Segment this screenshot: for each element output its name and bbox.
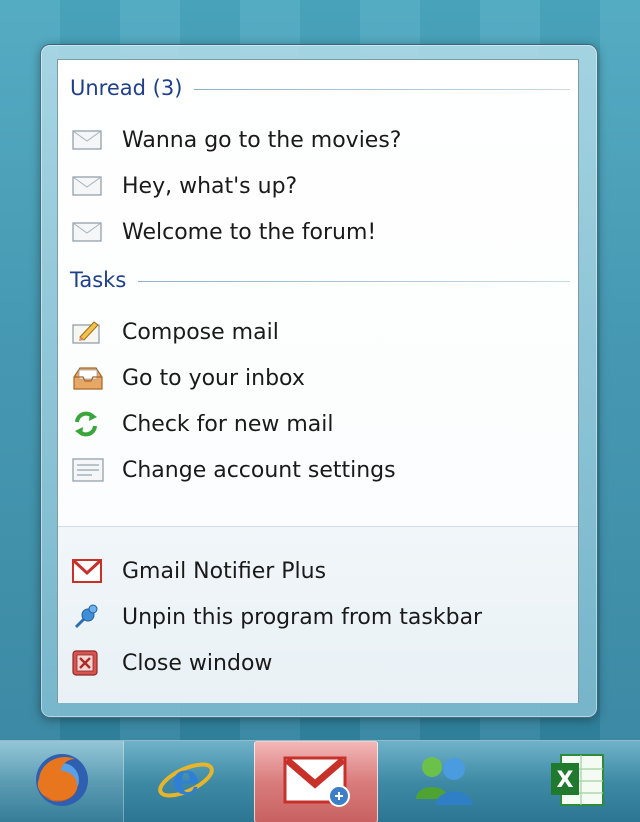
firefox-icon — [31, 749, 93, 815]
footer-unpin-from-taskbar[interactable]: Unpin this program from taskbar — [72, 597, 566, 637]
jump-list-body: Unread (3) Wanna go to the movies? Hey, … — [58, 60, 578, 526]
footer-label: Gmail Notifier Plus — [122, 558, 327, 584]
envelope-icon — [72, 127, 104, 153]
task-label: Change account settings — [122, 457, 396, 483]
taskbar-button-internet-explorer[interactable]: e — [124, 741, 248, 822]
jump-item-label: Wanna go to the movies? — [122, 127, 402, 153]
jump-item-unread-3[interactable]: Welcome to the forum! — [72, 212, 566, 252]
jump-list-footer: Gmail Notifier Plus Unpin this program f… — [58, 526, 578, 703]
svg-text:X: X — [557, 768, 574, 793]
footer-label: Unpin this program from taskbar — [122, 604, 483, 630]
footer-close-window[interactable]: Close window — [72, 643, 566, 683]
taskbar: e X — [0, 740, 640, 822]
gmail-icon — [281, 752, 351, 812]
taskbar-button-gmail-notifier[interactable] — [254, 741, 378, 822]
section-divider — [194, 88, 570, 90]
jump-list-panel: Unread (3) Wanna go to the movies? Hey, … — [57, 59, 579, 703]
section-divider — [138, 280, 570, 282]
footer-label: Close window — [122, 650, 273, 676]
messenger-icon — [408, 749, 480, 815]
jump-item-label: Welcome to the forum! — [122, 219, 377, 245]
jump-item-unread-1[interactable]: Wanna go to the movies? — [72, 120, 566, 160]
close-window-icon — [72, 650, 104, 676]
section-header-tasks: Tasks — [70, 266, 570, 294]
footer-open-gmail-notifier[interactable]: Gmail Notifier Plus — [72, 551, 566, 591]
excel-icon: X — [547, 749, 609, 815]
jump-item-label: Hey, what's up? — [122, 173, 298, 199]
unpin-icon — [72, 604, 104, 630]
envelope-icon — [72, 173, 104, 199]
inbox-icon — [72, 365, 104, 391]
settings-list-icon — [72, 457, 104, 483]
gmail-icon — [72, 558, 104, 584]
envelope-icon — [72, 219, 104, 245]
task-check-new-mail[interactable]: Check for new mail — [72, 404, 566, 444]
taskbar-button-messenger[interactable] — [382, 741, 506, 822]
section-title-tasks: Tasks — [70, 268, 127, 292]
svg-text:e: e — [172, 754, 200, 805]
ie-icon: e — [155, 749, 217, 815]
task-label: Go to your inbox — [122, 365, 305, 391]
task-label: Compose mail — [122, 319, 279, 345]
section-title-unread: Unread (3) — [70, 76, 183, 100]
section-header-unread: Unread (3) — [70, 74, 570, 102]
taskbar-button-excel[interactable]: X — [516, 741, 640, 822]
task-go-to-inbox[interactable]: Go to your inbox — [72, 358, 566, 398]
refresh-icon — [72, 411, 104, 437]
task-change-account-settings[interactable]: Change account settings — [72, 450, 566, 490]
jump-item-unread-2[interactable]: Hey, what's up? — [72, 166, 566, 206]
taskbar-button-firefox[interactable] — [0, 741, 124, 822]
task-label: Check for new mail — [122, 411, 334, 437]
task-compose-mail[interactable]: Compose mail — [72, 312, 566, 352]
jump-list: Unread (3) Wanna go to the movies? Hey, … — [40, 44, 598, 718]
compose-icon — [72, 319, 104, 345]
